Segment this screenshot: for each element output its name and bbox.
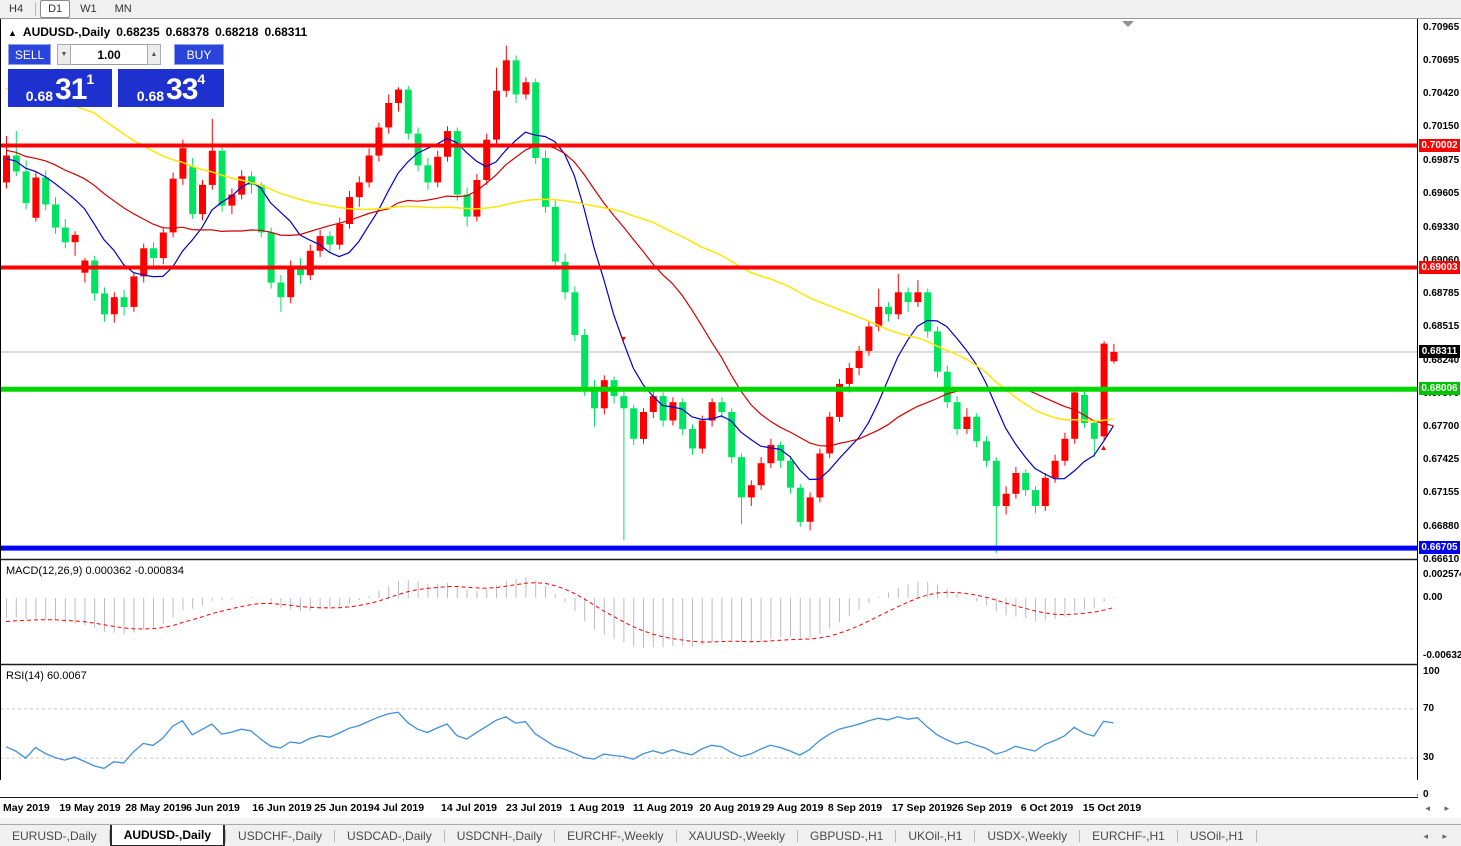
tab-usdcad-daily[interactable]: USDCAD-,Daily <box>335 825 444 846</box>
price-tick: 0.66880 <box>1423 521 1459 532</box>
svg-text:+: + <box>502 77 509 91</box>
hline-price-tag: 0.70002 <box>1419 139 1460 152</box>
price-tick: 0.67700 <box>1423 421 1459 432</box>
date-tick-label: 28 May 2019 <box>125 802 186 814</box>
date-tick-label: 23 Jul 2019 <box>506 802 562 814</box>
price-tick: 0.70965 <box>1423 22 1459 33</box>
buy-button[interactable]: BUY <box>174 44 224 65</box>
current-price-tag: 0.68311 <box>1419 345 1460 358</box>
date-tick-label: 9 May 2019 <box>0 802 50 814</box>
timeframe-button-mn[interactable]: MN <box>107 0 140 18</box>
svg-text:▼: ▼ <box>619 335 627 344</box>
price-axis[interactable]: 0.70965 0.70695 0.70420 0.70150 0.69875 0.696… <box>1418 18 1461 798</box>
sell-price-display[interactable]: 0.68 31 1 <box>8 69 112 107</box>
date-tick-label: 20 Aug 2019 <box>700 802 761 814</box>
tab-eurusd-daily[interactable]: EURUSD-,Daily <box>0 825 109 846</box>
date-tick-label: 4 Jul 2019 <box>374 802 424 814</box>
date-tick-label: 25 Jun 2019 <box>314 802 374 814</box>
chart-title-line: ▲ AUDUSD-,Daily 0.68235 0.68378 0.68218 0.683… <box>8 25 313 39</box>
ohlc-close: 0.68311 <box>264 25 307 39</box>
price-tick: 0.70695 <box>1423 55 1459 66</box>
tab-scroll-arrows[interactable]: ◂ ▸ <box>1423 825 1461 846</box>
date-tick-label: 17 Sep 2019 <box>892 802 952 814</box>
volume-decrease-button[interactable]: ▼ <box>57 44 71 65</box>
price-tick: 0.66610 <box>1423 554 1459 565</box>
timeframe-button-h4[interactable]: H4 <box>1 0 31 18</box>
macd-tick: -0.006326 <box>1423 650 1461 661</box>
one-click-trade-panel: SELL ▼ 1.00 ▲ BUY 0.68 31 1 0.68 33 4 <box>8 44 224 107</box>
tab-eurchf-weekly[interactable]: EURCHF-,Weekly <box>555 825 675 846</box>
tab-gbpusd-h1[interactable]: GBPUSD-,H1 <box>798 825 895 846</box>
price-tick: 0.69875 <box>1423 155 1459 166</box>
buy-price-prefix: 0.68 <box>137 88 164 104</box>
collapse-triangle-icon[interactable]: ▲ <box>8 28 17 38</box>
sell-price-pips: 31 <box>55 76 86 104</box>
date-tick-label: 11 Aug 2019 <box>633 802 693 814</box>
horizontal-scroll-arrows[interactable]: ◂ ▸ <box>1425 803 1455 814</box>
svg-text:▲: ▲ <box>1100 443 1108 452</box>
tab-usoil-h1[interactable]: USOil-,H1 <box>1178 825 1256 846</box>
tab-usdchf-daily[interactable]: USDCHF-,Daily <box>226 825 334 846</box>
rsi-tick: 0 <box>1423 789 1429 800</box>
price-tick: 0.69605 <box>1423 188 1459 199</box>
candlestick-chart[interactable]: + ▼ ▲ <box>0 18 1461 846</box>
tab-usdcnh-daily[interactable]: USDCNH-,Daily <box>445 825 554 846</box>
date-tick-label: 14 Jul 2019 <box>441 802 497 814</box>
date-tick-label: 16 Jun 2019 <box>252 802 312 814</box>
tab-ukoil-h1[interactable]: UKOil-,H1 <box>896 825 974 846</box>
buy-price-display[interactable]: 0.68 33 4 <box>118 69 224 107</box>
price-tick: 0.68515 <box>1423 321 1459 332</box>
rsi-tick: 70 <box>1423 703 1434 714</box>
date-tick-label: 6 Oct 2019 <box>1021 802 1074 814</box>
date-tick-label: 8 Sep 2019 <box>828 802 882 814</box>
sell-price-point: 1 <box>86 73 94 85</box>
tab-eurchf-h1[interactable]: EURCHF-,H1 <box>1080 825 1177 846</box>
sell-button[interactable]: SELL <box>8 44 51 65</box>
volume-input[interactable]: 1.00 <box>71 44 147 65</box>
macd-tick: 0.002574 <box>1423 569 1461 580</box>
hline-price-tag: 0.66705 <box>1419 541 1460 554</box>
price-tick: 0.67425 <box>1423 454 1459 465</box>
tab-usdx-weekly[interactable]: USDX-,Weekly <box>975 825 1079 846</box>
volume-increase-button[interactable]: ▲ <box>147 44 161 65</box>
rsi-indicator-label: RSI(14) 60.0067 <box>6 670 87 682</box>
price-tick: 0.67155 <box>1423 487 1459 498</box>
hline-price-tag: 0.69003 <box>1419 261 1460 274</box>
date-tick-label: 26 Sep 2019 <box>952 802 1012 814</box>
price-tick: 0.68785 <box>1423 288 1459 299</box>
buy-price-pips: 33 <box>166 76 197 104</box>
volume-stepper: ▼ 1.00 ▲ <box>57 44 161 65</box>
timeframe-button-d1[interactable]: D1 <box>40 0 70 18</box>
chart-area[interactable]: + ▼ ▲ <box>0 18 1461 846</box>
date-tick-label: 19 May 2019 <box>59 802 120 814</box>
rsi-tick: 30 <box>1423 752 1434 763</box>
date-tick-label: 6 Jun 2019 <box>186 802 240 814</box>
date-tick-label: 29 Aug 2019 <box>763 802 824 814</box>
macd-indicator-label: MACD(12,26,9) 0.000362 -0.000834 <box>6 565 184 577</box>
trading-terminal-window: H4 D1W1MN + ▼ ▲ ▲ AUDUSD-,Daily 0.68235 0.6837… <box>0 0 1461 846</box>
hline-price-tag: 0.68006 <box>1419 382 1460 395</box>
date-tick-label: 1 Aug 2019 <box>569 802 624 814</box>
tab-audusd-daily[interactable]: AUDUSD-,Daily <box>110 825 225 846</box>
macd-tick: 0.00 <box>1423 592 1442 603</box>
date-tick-label: 15 Oct 2019 <box>1083 802 1141 814</box>
tab-separator <box>1256 830 1257 842</box>
rsi-tick: 100 <box>1423 666 1440 677</box>
date-axis[interactable]: ◂ ▸ 9 May 2019 19 May 2019 28 May 20196 Ju… <box>0 798 1461 819</box>
timeframe-toolbar: H4 D1W1MN <box>0 0 1461 19</box>
sell-price-prefix: 0.68 <box>26 88 53 104</box>
ohlc-open: 0.68235 <box>116 25 159 39</box>
ohlc-low: 0.68218 <box>215 25 258 39</box>
buy-price-point: 4 <box>197 73 205 85</box>
toolbar-separator <box>35 2 36 16</box>
chart-symbol-label: AUDUSD-,Daily <box>23 25 110 39</box>
price-tick: 0.70420 <box>1423 88 1459 99</box>
tab-xauusd-weekly[interactable]: XAUUSD-,Weekly <box>677 825 797 846</box>
price-tick: 0.69330 <box>1423 222 1459 233</box>
price-tick: 0.70150 <box>1423 121 1459 132</box>
chart-tab-bar: EURUSD-,DailyAUDUSD-,DailyUSDCHF-,DailyU… <box>0 824 1461 846</box>
ohlc-high: 0.68378 <box>166 25 209 39</box>
timeframe-button-w1[interactable]: W1 <box>72 0 105 18</box>
